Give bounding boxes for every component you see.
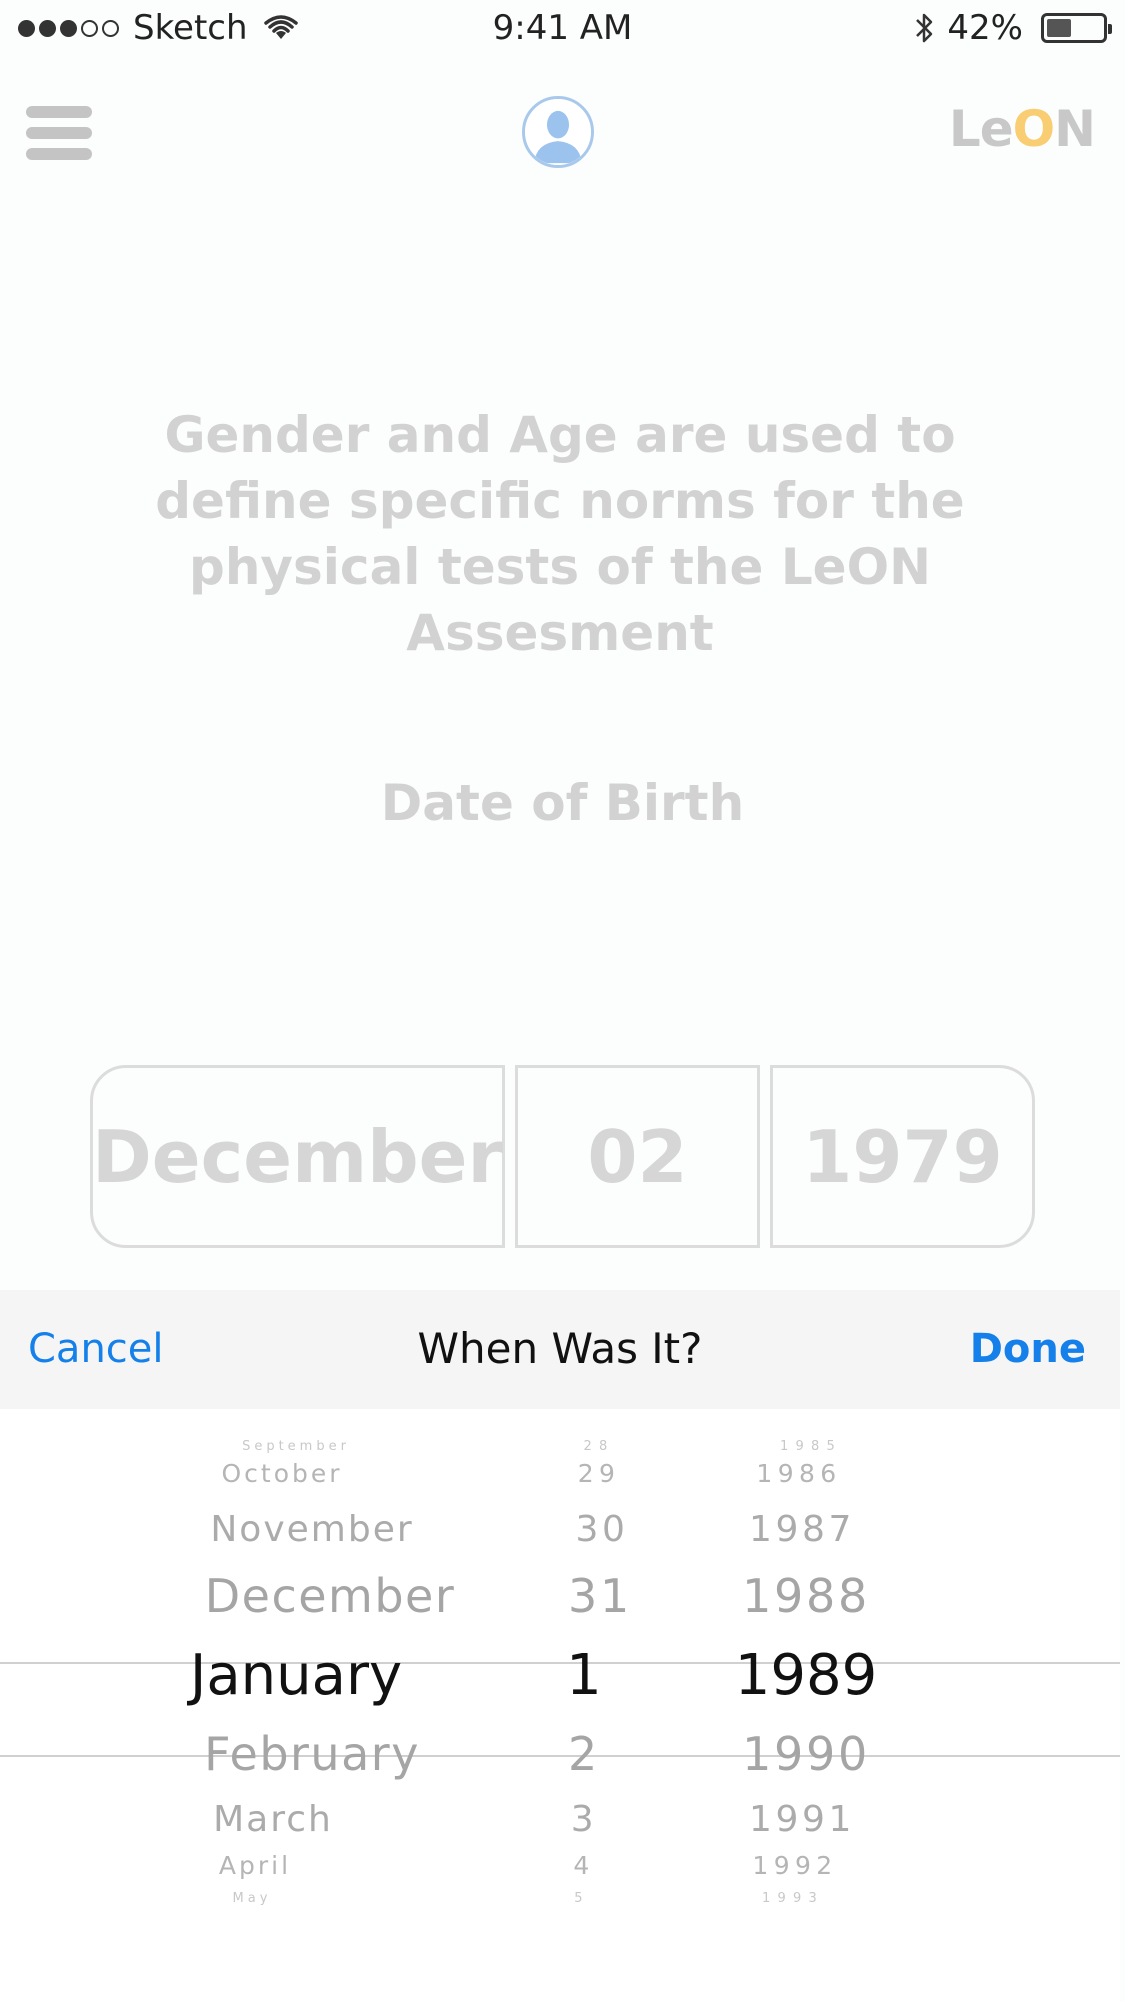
bluetooth-icon — [916, 13, 933, 43]
picker-title: When Was It? — [417, 1324, 703, 1373]
picker-month-item[interactable]: September — [242, 1439, 350, 1454]
year-field[interactable]: 1979 — [770, 1065, 1035, 1248]
picker-day-item[interactable]: 31 — [568, 1569, 632, 1623]
info-line: define specific norms for the — [155, 472, 965, 530]
avatar[interactable] — [522, 96, 594, 168]
status-right: 42% — [913, 8, 1112, 48]
picker-toolbar: Cancel When Was It? Done — [0, 1290, 1120, 1409]
picker-day-item[interactable]: 2 — [568, 1727, 600, 1781]
picker-year-item[interactable]: 1987 — [749, 1509, 855, 1550]
status-bar: Sketch 9:41 AM 42% — [0, 0, 1125, 60]
battery-percent: 42% — [947, 8, 1023, 48]
picker-year-item[interactable]: 1985 — [780, 1439, 842, 1454]
picker-month-item[interactable]: May — [233, 1891, 272, 1906]
battery-icon — [1041, 13, 1112, 43]
picker-year-item[interactable]: 1991 — [749, 1799, 855, 1840]
info-line: physical tests of the LeON — [189, 538, 931, 596]
picker-day-item[interactable]: 1 — [566, 1643, 602, 1708]
selection-line-top — [0, 1662, 1120, 1664]
picker-year-item[interactable]: 1993 — [762, 1891, 824, 1906]
picker-year-item[interactable]: 1988 — [742, 1569, 870, 1623]
picker-month-item[interactable]: December — [205, 1569, 456, 1623]
info-text: Gender and Age are used to define specif… — [130, 402, 990, 666]
picker-day-item[interactable]: 5 — [574, 1891, 589, 1906]
picker-month-item[interactable]: January — [190, 1643, 402, 1708]
info-line: Gender and Age are used to — [164, 406, 956, 464]
leon-logo: LeON — [948, 100, 1096, 158]
picker-day-item[interactable]: 29 — [578, 1459, 621, 1488]
info-line: Assesment — [406, 604, 714, 662]
done-button[interactable]: Done — [970, 1326, 1086, 1372]
picker-month-item[interactable]: April — [219, 1851, 291, 1880]
picker-day-item[interactable]: 3 — [571, 1799, 598, 1840]
user-silhouette-icon — [525, 99, 591, 165]
date-picker-wheel[interactable]: September October November December January F… — [0, 1409, 1120, 2001]
picker-month-item[interactable]: February — [204, 1727, 420, 1781]
picker-year-item[interactable]: 1990 — [742, 1727, 870, 1781]
picker-month-item[interactable]: March — [213, 1799, 333, 1840]
hamburger-menu-icon[interactable] — [26, 106, 92, 160]
picker-day-item[interactable]: 4 — [573, 1851, 594, 1880]
date-of-birth-label: Date of Birth — [380, 774, 745, 832]
picker-year-item[interactable]: 1986 — [756, 1459, 841, 1488]
picker-year-item[interactable]: 1989 — [735, 1643, 878, 1708]
picker-month-item[interactable]: October — [221, 1459, 342, 1488]
picker-year-item[interactable]: 1992 — [752, 1851, 837, 1880]
selection-line-bottom — [0, 1755, 1120, 1757]
picker-day-item[interactable]: 28 — [584, 1439, 615, 1454]
day-field[interactable]: 02 — [515, 1065, 760, 1248]
picker-day-item[interactable]: 30 — [575, 1509, 628, 1550]
picker-month-item[interactable]: November — [210, 1509, 413, 1550]
month-field[interactable]: December — [90, 1065, 505, 1248]
